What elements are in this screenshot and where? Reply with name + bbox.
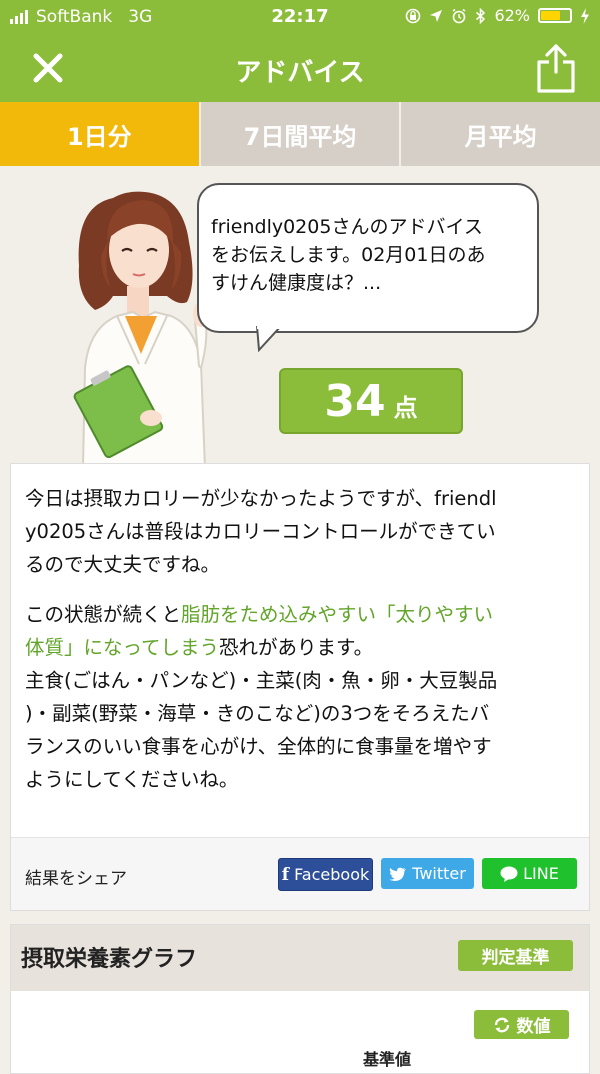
advice-line: 今日は摂取カロリーが少なかったようですが、friendl (25, 487, 497, 510)
health-score: 34 点 (279, 368, 463, 434)
graph-header: 摂取栄養素グラフ 判定基準 (11, 925, 589, 991)
score-unit: 点 (393, 394, 418, 422)
criteria-button[interactable]: 判定基準 (458, 940, 573, 971)
twitter-share-button[interactable]: Twitter (381, 858, 474, 889)
share-icon[interactable] (534, 42, 578, 94)
nutrient-graph-section: 摂取栄養素グラフ 判定基準 数値 基準値 (10, 924, 590, 1074)
advice-paragraph: 今日は摂取カロリーが少なかったようですが、friendl y0205さんは普段は… (25, 482, 575, 581)
bubble-line: すけん健康度は？... (211, 272, 382, 294)
facebook-label: Facebook (294, 865, 370, 884)
nav-bar: アドバイス (0, 34, 600, 102)
alarm-icon (452, 8, 466, 23)
show-values-label: 数値 (516, 1017, 551, 1037)
graph-title: 摂取栄養素グラフ (21, 947, 198, 972)
share-label: 結果をシェア (25, 869, 127, 889)
battery-icon (538, 8, 572, 23)
show-values-button[interactable]: 数値 (474, 1010, 569, 1039)
tab-7day-average[interactable]: 7日間平均 (198, 102, 400, 166)
advice-warning-paragraph: この状態が続くと脂肪をため込みやすい「太りやすい 体質」になってしまう恐れがあり… (25, 598, 575, 796)
bubble-line: friendly0205さんのアドバイス (211, 216, 483, 238)
battery-percent: 62% (494, 6, 530, 25)
advice-highlight: 体質」になってしまう (25, 636, 220, 659)
share-bar: 結果をシェア f Facebook Twitter LINE (11, 837, 589, 910)
line-chat-icon (500, 866, 518, 882)
lock-rotation-icon (406, 8, 421, 23)
tab-1day[interactable]: 1日分 (0, 102, 199, 166)
bluetooth-icon (476, 7, 486, 24)
score-value: 34 (324, 376, 386, 427)
facebook-share-button[interactable]: f Facebook (278, 858, 373, 891)
advice-text: この状態が続くと (25, 603, 182, 626)
twitter-bird-icon (389, 867, 407, 881)
status-bar: SoftBank 3G 22:17 62% (0, 0, 600, 34)
advice-line: ランスのいい食事を心がけ、全体的に食事量を増やす (25, 735, 492, 758)
bubble-line: をお伝えします。02月01日のあ (211, 244, 486, 266)
charging-icon (581, 7, 589, 24)
advice-line: )・副菜(野菜・海草・きのこなど)の3つをそろえたバ (25, 702, 490, 725)
advice-bubble: friendly0205さんのアドバイス をお伝えします。02月01日のあ すけ… (197, 183, 539, 333)
twitter-label: Twitter (412, 864, 466, 883)
line-share-button[interactable]: LINE (482, 858, 577, 889)
base-value-label: 基準値 (363, 1050, 412, 1069)
location-icon (430, 9, 443, 22)
page-title: アドバイス (235, 58, 365, 88)
advice-card: 今日は摂取カロリーが少なかったようですが、friendl y0205さんは普段は… (10, 463, 590, 911)
line-label: LINE (523, 864, 559, 883)
period-tabs: 1日分 7日間平均 月平均 (0, 102, 600, 166)
facebook-icon: f (281, 864, 290, 885)
bubble-tail (255, 326, 283, 352)
advice-line: 主食(ごはん・パンなど)・主菜(肉・魚・卵・大豆製品 (25, 669, 498, 692)
tab-monthly-average[interactable]: 月平均 (399, 102, 600, 166)
advice-line: ようにしてくださいね。 (25, 768, 239, 791)
advice-line: y0205さんは普段はカロリーコントロールができてい (25, 520, 496, 543)
advice-highlight: 脂肪をため込みやすい「太りやすい (181, 603, 494, 626)
advice-text: 恐れがあります。 (219, 636, 374, 659)
advice-line: るので大丈夫ですね。 (25, 553, 221, 576)
refresh-icon (494, 1017, 509, 1032)
